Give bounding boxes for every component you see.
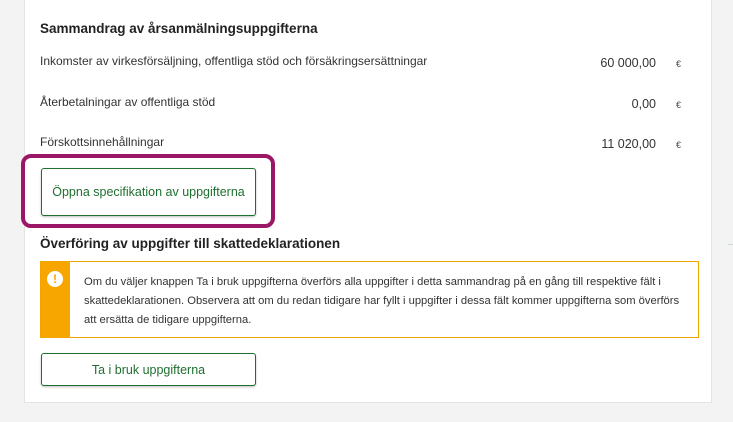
summary-title: Sammandrag av årsanmälningsuppgifterna: [40, 21, 318, 36]
row-value-income: 60 000,00: [600, 56, 656, 70]
row-label-repayments: Återbetalningar av offentliga stöd: [40, 95, 216, 109]
transfer-title: Överföring av uppgifter till skattedekla…: [40, 236, 341, 251]
row-unit-withholding: €: [675, 140, 681, 150]
warning-bar: !: [41, 262, 70, 337]
row-label-income: Inkomster av virkesförsäljning, offentli…: [40, 54, 428, 68]
warning-notice: ! Om du väljer knappen Ta i bruk uppgift…: [40, 261, 699, 338]
adjacent-panel-edge: [728, 244, 733, 245]
open-specification-button[interactable]: Öppna specifikation av uppgifterna: [41, 168, 256, 216]
row-value-repayments: 0,00: [631, 97, 656, 111]
row-unit-income: €: [675, 59, 681, 69]
warning-text: Om du väljer knappen Ta i bruk uppgifter…: [84, 276, 680, 326]
row-unit-repayments: €: [675, 100, 681, 110]
row-value-withholding: 11 020,00: [601, 137, 656, 151]
exclamation-icon: !: [47, 271, 63, 287]
use-data-button[interactable]: Ta i bruk uppgifterna: [41, 353, 256, 386]
row-label-withholding: Förskottsinnehållningar: [40, 135, 165, 149]
summary-card: Sammandrag av årsanmälningsuppgifterna I…: [21, 0, 712, 403]
